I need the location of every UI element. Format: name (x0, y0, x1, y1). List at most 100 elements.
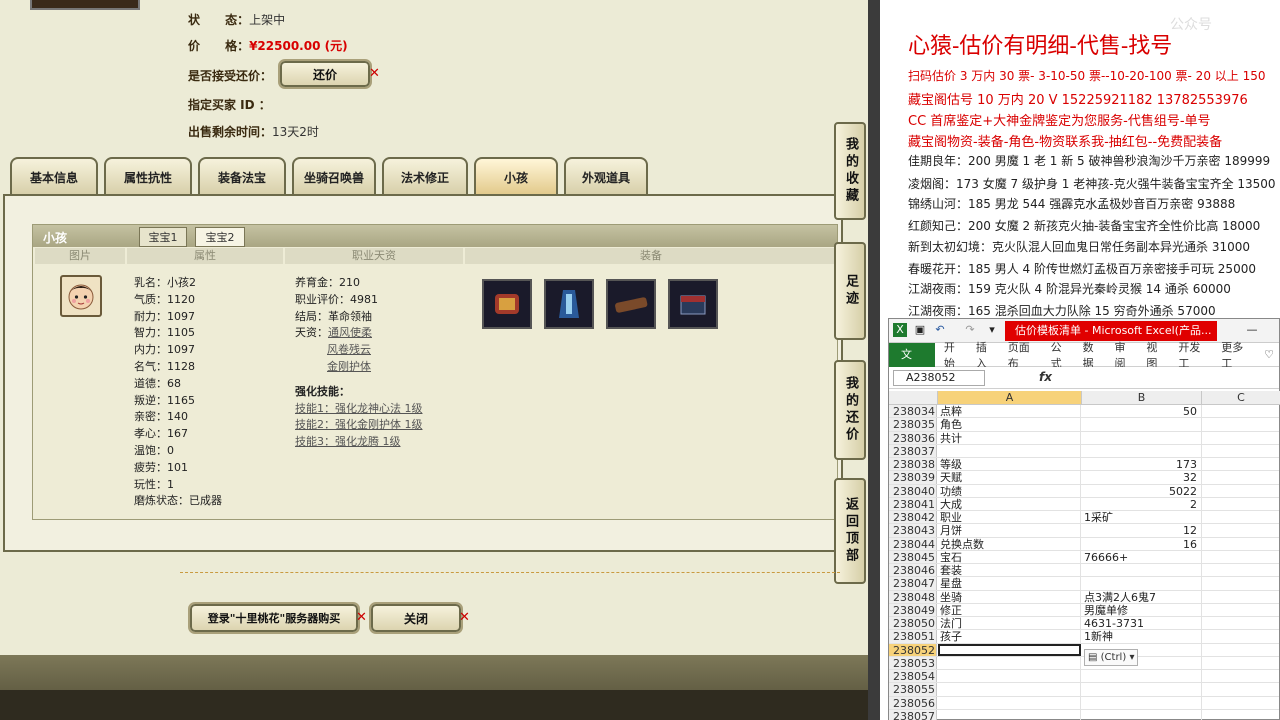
cell-b[interactable]: 1新神 (1082, 630, 1202, 643)
skill-link[interactable]: 技能3：强化龙腾 1级 (295, 434, 423, 451)
counter-offer-button[interactable]: 还价 (278, 59, 372, 89)
skill-link[interactable]: 技能2：强化金刚护体 1级 (295, 417, 423, 434)
equip-slot-3[interactable] (606, 279, 656, 329)
row-number[interactable]: 238037 (889, 444, 937, 458)
cell-a[interactable] (938, 444, 1081, 457)
table-row[interactable]: 238045 宝石 76666+ (889, 550, 1279, 564)
row-number[interactable]: 238043 (889, 524, 937, 537)
row-number[interactable]: 238042 (889, 511, 937, 524)
ribbon-tab-file[interactable]: 文件 (889, 342, 935, 385)
cell-a[interactable]: 等级 (938, 458, 1081, 471)
cell-b[interactable] (1082, 418, 1202, 431)
row-number[interactable]: 238048 (889, 590, 937, 604)
ribbon-tab-page-layout[interactable]: 页面布 (1003, 339, 1046, 371)
row-number[interactable]: 238054 (889, 670, 937, 683)
cell-a[interactable] (938, 683, 1081, 696)
table-row[interactable]: 238048 坐骑 点3满2人6鬼7 (889, 590, 1279, 604)
tab-spell-correction[interactable]: 法术修正 (382, 157, 468, 195)
cell-b[interactable]: 5022 (1082, 484, 1202, 498)
cell-b[interactable]: 76666+ (1082, 550, 1202, 564)
ribbon-tab-more[interactable]: 更多工 (1216, 339, 1259, 371)
table-row[interactable]: 238040 功绩 5022 (889, 484, 1279, 498)
cell-a[interactable]: 功绩 (938, 484, 1081, 498)
row-number[interactable]: 238035 (889, 418, 937, 431)
cell-b[interactable] (1082, 670, 1202, 683)
cell-b[interactable]: 32 (1082, 471, 1202, 484)
cell-b[interactable]: 4631-3731 (1082, 617, 1202, 630)
row-number[interactable]: 238055 (889, 683, 937, 696)
cell-a[interactable]: 孩子 (938, 630, 1081, 643)
ribbon-tab-view[interactable]: 视图 (1141, 339, 1173, 371)
table-row[interactable]: 238041 大成 2 (889, 497, 1279, 511)
ribbon-tab-developer[interactable]: 开发工 (1173, 339, 1216, 371)
table-row[interactable]: 238055 (889, 683, 1279, 697)
my-favorites-button[interactable]: 我的收藏 (834, 122, 866, 220)
cell-b[interactable] (1082, 696, 1202, 709)
talent-link[interactable]: 金刚护体 (327, 360, 371, 373)
table-row[interactable]: 238042 职业 1采矿 (889, 511, 1279, 525)
tab-appearance[interactable]: 外观道具 (564, 157, 648, 195)
my-counter-offers-button[interactable]: 我的还价 (834, 360, 866, 460)
cell-b[interactable]: 173 (1082, 458, 1202, 471)
redo-icon[interactable]: ↷ (963, 323, 977, 337)
cell-b[interactable]: 50 (1082, 405, 1202, 418)
row-number[interactable]: 238049 (889, 603, 937, 617)
row-number[interactable]: 238036 (889, 431, 937, 445)
save-icon[interactable]: ▣ (913, 323, 927, 337)
cell-b[interactable] (1082, 577, 1202, 590)
row-number[interactable]: 238047 (889, 577, 937, 590)
table-row[interactable]: 238047 星盘 (889, 577, 1279, 591)
undo-icon[interactable]: ↶ (933, 323, 947, 337)
row-number[interactable]: 238056 (889, 696, 937, 710)
talent-link[interactable]: 风卷残云 (327, 343, 371, 356)
cell-a[interactable]: 大成 (938, 497, 1081, 511)
cell-a[interactable]: 角色 (938, 418, 1081, 431)
table-row[interactable]: 238035 角色 (889, 418, 1279, 432)
ribbon-tab-data[interactable]: 数据 (1078, 339, 1110, 371)
equip-slot-1[interactable] (482, 279, 532, 329)
tab-child[interactable]: 小孩 (474, 157, 558, 195)
select-all-corner[interactable] (889, 391, 938, 405)
subtab-baby1[interactable]: 宝宝1 (139, 227, 187, 247)
close-button[interactable]: 关闭 (369, 602, 463, 634)
table-row[interactable]: 238051 孩子 1新神 (889, 630, 1279, 644)
tab-basic-info[interactable]: 基本信息 (10, 157, 98, 195)
table-row[interactable]: 238046 套装 (889, 564, 1279, 578)
cell-b[interactable] (1082, 431, 1202, 444)
cell-a[interactable]: 修正 (938, 603, 1081, 617)
fx-icon[interactable]: fx (1039, 370, 1052, 384)
cell-b[interactable] (1082, 709, 1202, 720)
cell-b[interactable] (1082, 564, 1202, 577)
row-number[interactable]: 238039 (889, 471, 937, 484)
cell-b[interactable] (1082, 683, 1202, 696)
paste-options-button[interactable]: ▤ (Ctrl) ▾ (1084, 649, 1138, 666)
cell-a[interactable]: 坐骑 (938, 590, 1081, 604)
cell-a[interactable] (938, 643, 1081, 656)
cell-b[interactable]: 男魔单修 (1082, 603, 1202, 617)
col-header-c[interactable]: C (1202, 391, 1280, 405)
ribbon-tab-review[interactable]: 审阅 (1110, 339, 1142, 371)
table-row[interactable]: 238050 法门 4631-3731 (889, 617, 1279, 631)
table-row[interactable]: 238038 等级 173 (889, 458, 1279, 472)
equip-slot-4[interactable] (668, 279, 718, 329)
tab-equipment[interactable]: 装备法宝 (198, 157, 286, 195)
row-number[interactable]: 238038 (889, 458, 937, 471)
cell-a[interactable]: 天赋 (938, 471, 1081, 484)
cell-a[interactable] (938, 709, 1081, 720)
cell-a[interactable] (938, 670, 1081, 683)
col-header-b[interactable]: B (1082, 391, 1202, 405)
equip-slot-2[interactable] (544, 279, 594, 329)
cell-a[interactable]: 宝石 (938, 550, 1081, 564)
row-number[interactable]: 238046 (889, 564, 937, 577)
spreadsheet-grid[interactable]: 238034 点粹 50 238035 角色 238036 共计 238037 238038 等级… (889, 405, 1279, 720)
row-number[interactable]: 238057 (889, 709, 937, 720)
table-row[interactable]: 238034 点粹 50 (889, 405, 1279, 419)
table-row[interactable]: 238036 共计 (889, 431, 1279, 445)
col-header-a[interactable]: A (938, 391, 1082, 405)
row-number[interactable]: 238051 (889, 630, 937, 643)
back-to-top-button[interactable]: 返回顶部 (834, 478, 866, 584)
row-number[interactable]: 238052 (889, 643, 937, 657)
cell-a[interactable]: 套装 (938, 564, 1081, 577)
table-row[interactable]: 238056 (889, 696, 1279, 710)
cell-b[interactable]: 16 (1082, 537, 1202, 551)
